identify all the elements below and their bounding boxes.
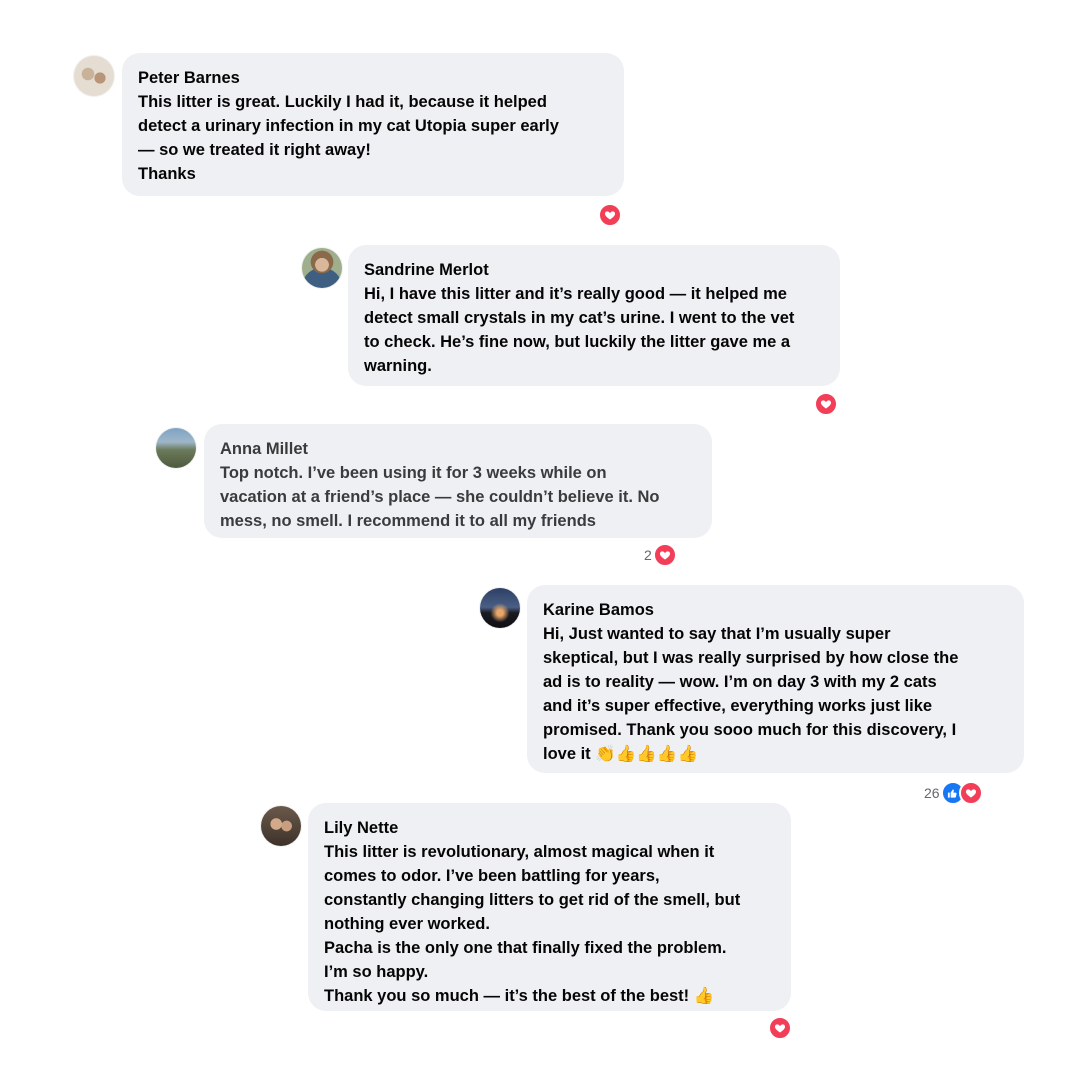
reaction-count: 2 (644, 547, 652, 563)
heart-icon (814, 392, 838, 416)
author-name[interactable]: Sandrine Merlot (364, 258, 824, 282)
avatar[interactable] (261, 806, 301, 846)
author-name[interactable]: Karine Bamos (543, 598, 1008, 622)
comment-text: Top notch. I’ve been using it for 3 week… (220, 464, 660, 530)
author-name[interactable]: Anna Millet (220, 437, 696, 461)
comment-bubble: Karine Bamos Hi, Just wanted to say that… (527, 585, 1024, 773)
comment-text: This litter is great. Luckily I had it, … (138, 93, 559, 183)
author-name[interactable]: Lily Nette (324, 816, 775, 840)
author-name[interactable]: Peter Barnes (138, 66, 608, 90)
comment-bubble: Lily Nette This litter is revolutionary,… (308, 803, 791, 1011)
comment-text: Hi, I have this litter and it’s really g… (364, 285, 795, 375)
comment-bubble: Peter Barnes This litter is great. Lucki… (122, 53, 624, 196)
reactions[interactable]: 26 (924, 781, 983, 805)
avatar[interactable] (156, 428, 196, 468)
reactions[interactable] (598, 203, 622, 227)
heart-icon (598, 203, 622, 227)
comment-text: Hi, Just wanted to say that I’m usually … (543, 625, 959, 763)
avatar[interactable] (480, 588, 520, 628)
avatar[interactable] (302, 248, 342, 288)
reactions[interactable] (814, 392, 838, 416)
heart-icon (958, 781, 983, 805)
reaction-count: 26 (924, 785, 940, 801)
comment-bubble: Sandrine Merlot Hi, I have this litter a… (348, 245, 840, 386)
comment-text: This litter is revolutionary, almost mag… (324, 843, 741, 1005)
comment-bubble: Anna Millet Top notch. I’ve been using i… (204, 424, 712, 538)
heart-icon (768, 1016, 792, 1040)
reactions[interactable] (768, 1016, 792, 1040)
reactions[interactable]: 2 (644, 543, 677, 567)
avatar[interactable] (74, 56, 114, 96)
heart-icon (652, 543, 677, 567)
